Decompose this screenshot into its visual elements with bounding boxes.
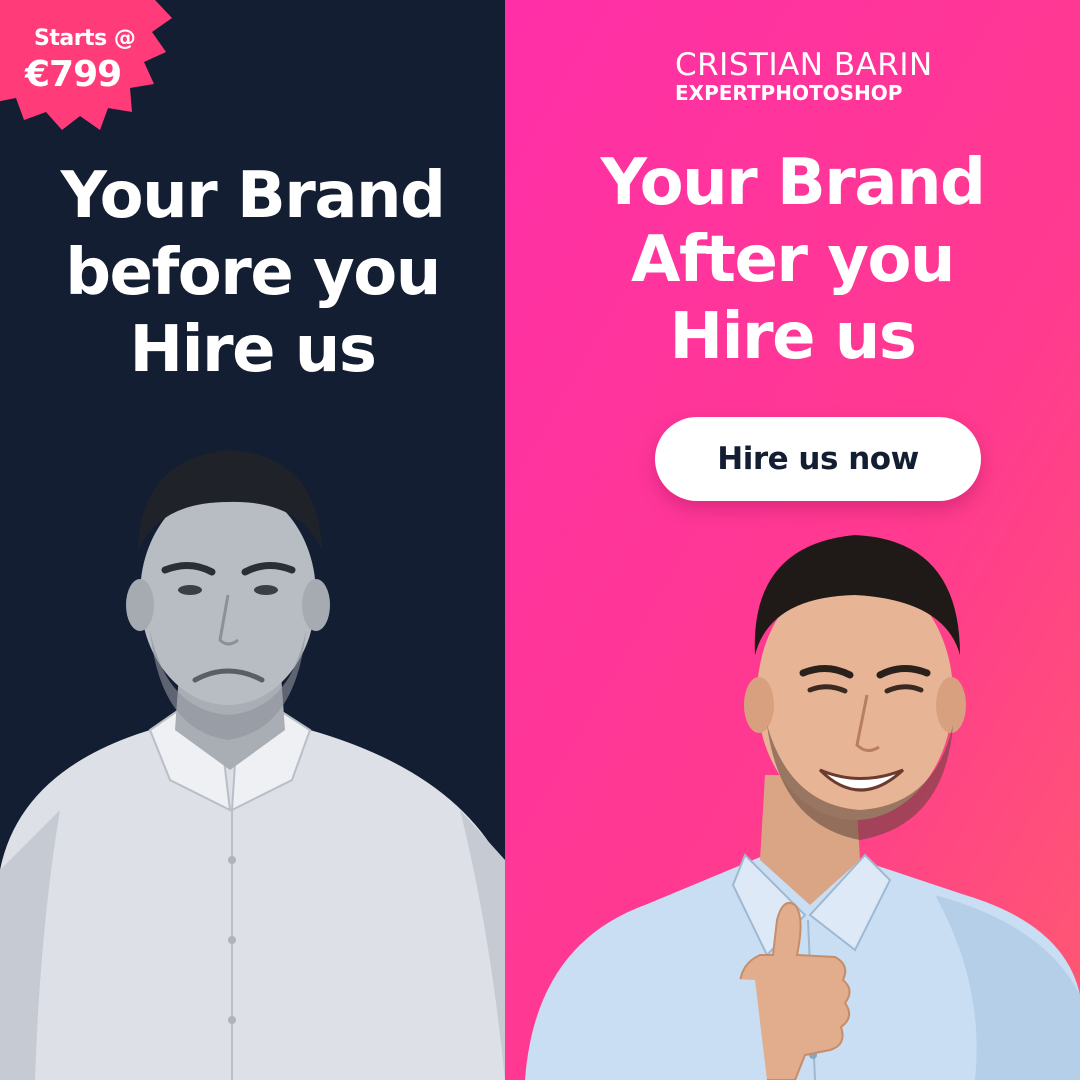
after-headline-line1: Your Brand bbox=[600, 146, 986, 220]
after-headline-line3: Hire us bbox=[669, 300, 917, 374]
smiling-man-photo bbox=[525, 535, 1080, 1080]
badge-price: €799 bbox=[25, 54, 122, 95]
logo-name: CRISTIAN BARIN bbox=[675, 47, 933, 83]
ad-banner: Your Brand before you Hire us Starts @ €… bbox=[0, 0, 1080, 1080]
badge-starts-label: Starts @ bbox=[34, 26, 136, 51]
before-panel: Your Brand before you Hire us bbox=[0, 0, 505, 1080]
brand-logo: CRISTIAN BARIN EXPERTPHOTOSHOP bbox=[675, 48, 933, 104]
unhappy-man-photo bbox=[0, 450, 505, 1080]
after-panel: CRISTIAN BARIN EXPERTPHOTOSHOP Your Bran… bbox=[505, 0, 1080, 1080]
after-headline: Your Brand After you Hire us bbox=[505, 145, 1080, 376]
before-headline-line3: Hire us bbox=[129, 313, 377, 387]
after-headline-line2: After you bbox=[631, 223, 955, 297]
before-headline-line1: Your Brand bbox=[60, 159, 446, 233]
before-headline-line2: before you bbox=[65, 236, 441, 310]
hire-us-now-button[interactable]: Hire us now bbox=[655, 417, 981, 501]
before-headline: Your Brand before you Hire us bbox=[0, 158, 505, 389]
logo-subtitle: EXPERTPHOTOSHOP bbox=[675, 81, 903, 105]
